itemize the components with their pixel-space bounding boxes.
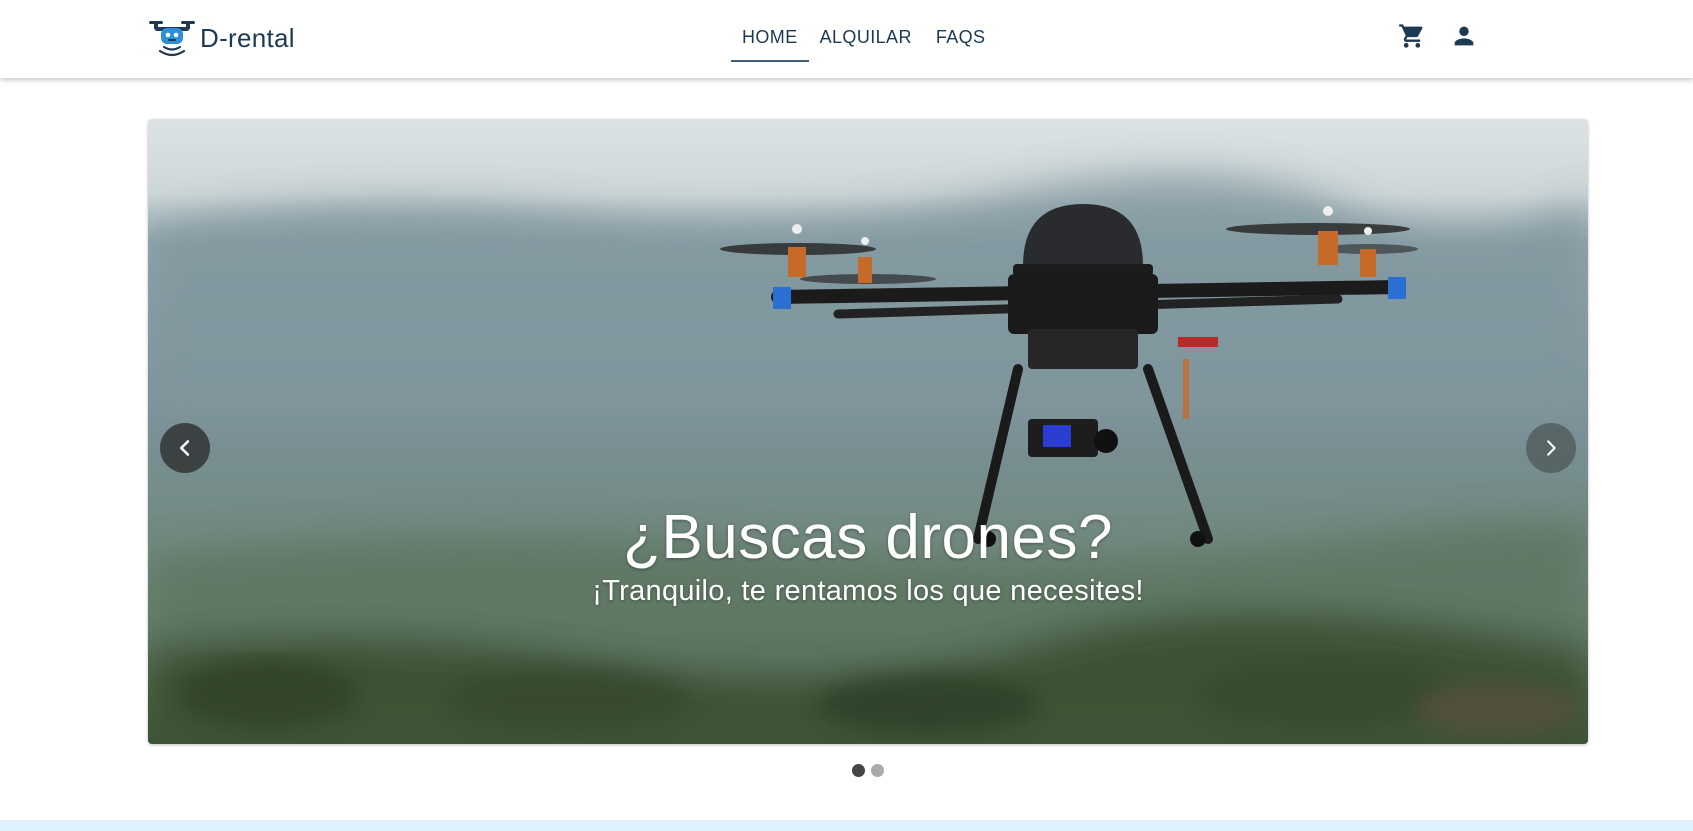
carousel-indicators xyxy=(852,764,884,777)
drone-logo-icon xyxy=(149,21,195,57)
tab-alquilar[interactable]: ALQUILAR xyxy=(809,22,923,62)
next-section-band xyxy=(0,820,1693,831)
carousel-next-button[interactable] xyxy=(1526,423,1576,473)
hero-subtitle: ¡Tranquilo, te rentamos los que necesite… xyxy=(592,575,1144,607)
brand-link[interactable]: D-rental xyxy=(147,18,295,58)
shopping-cart-icon[interactable] xyxy=(1398,22,1426,50)
tab-faqs[interactable]: FAQS xyxy=(925,22,997,62)
carousel-dot-1[interactable] xyxy=(852,764,865,777)
tab-home[interactable]: HOME xyxy=(731,22,809,62)
chevron-left-icon xyxy=(180,440,190,456)
carousel-prev-button[interactable] xyxy=(160,423,210,473)
main-nav: HOME ALQUILAR FAQS xyxy=(731,22,996,62)
hero-drone-image xyxy=(148,119,1588,744)
user-icon[interactable] xyxy=(1450,22,1478,50)
chevron-right-icon xyxy=(1547,440,1556,456)
carousel-dot-2[interactable] xyxy=(871,764,884,777)
brand-name: D-rental xyxy=(200,22,295,53)
top-navbar: D-rental HOME ALQUILAR FAQS xyxy=(0,0,1693,78)
header-actions xyxy=(1398,22,1478,50)
hero-title: ¿Buscas drones? xyxy=(623,503,1113,572)
hero-carousel: ¿Buscas drones? ¡Tranquilo, te rentamos … xyxy=(148,119,1588,744)
